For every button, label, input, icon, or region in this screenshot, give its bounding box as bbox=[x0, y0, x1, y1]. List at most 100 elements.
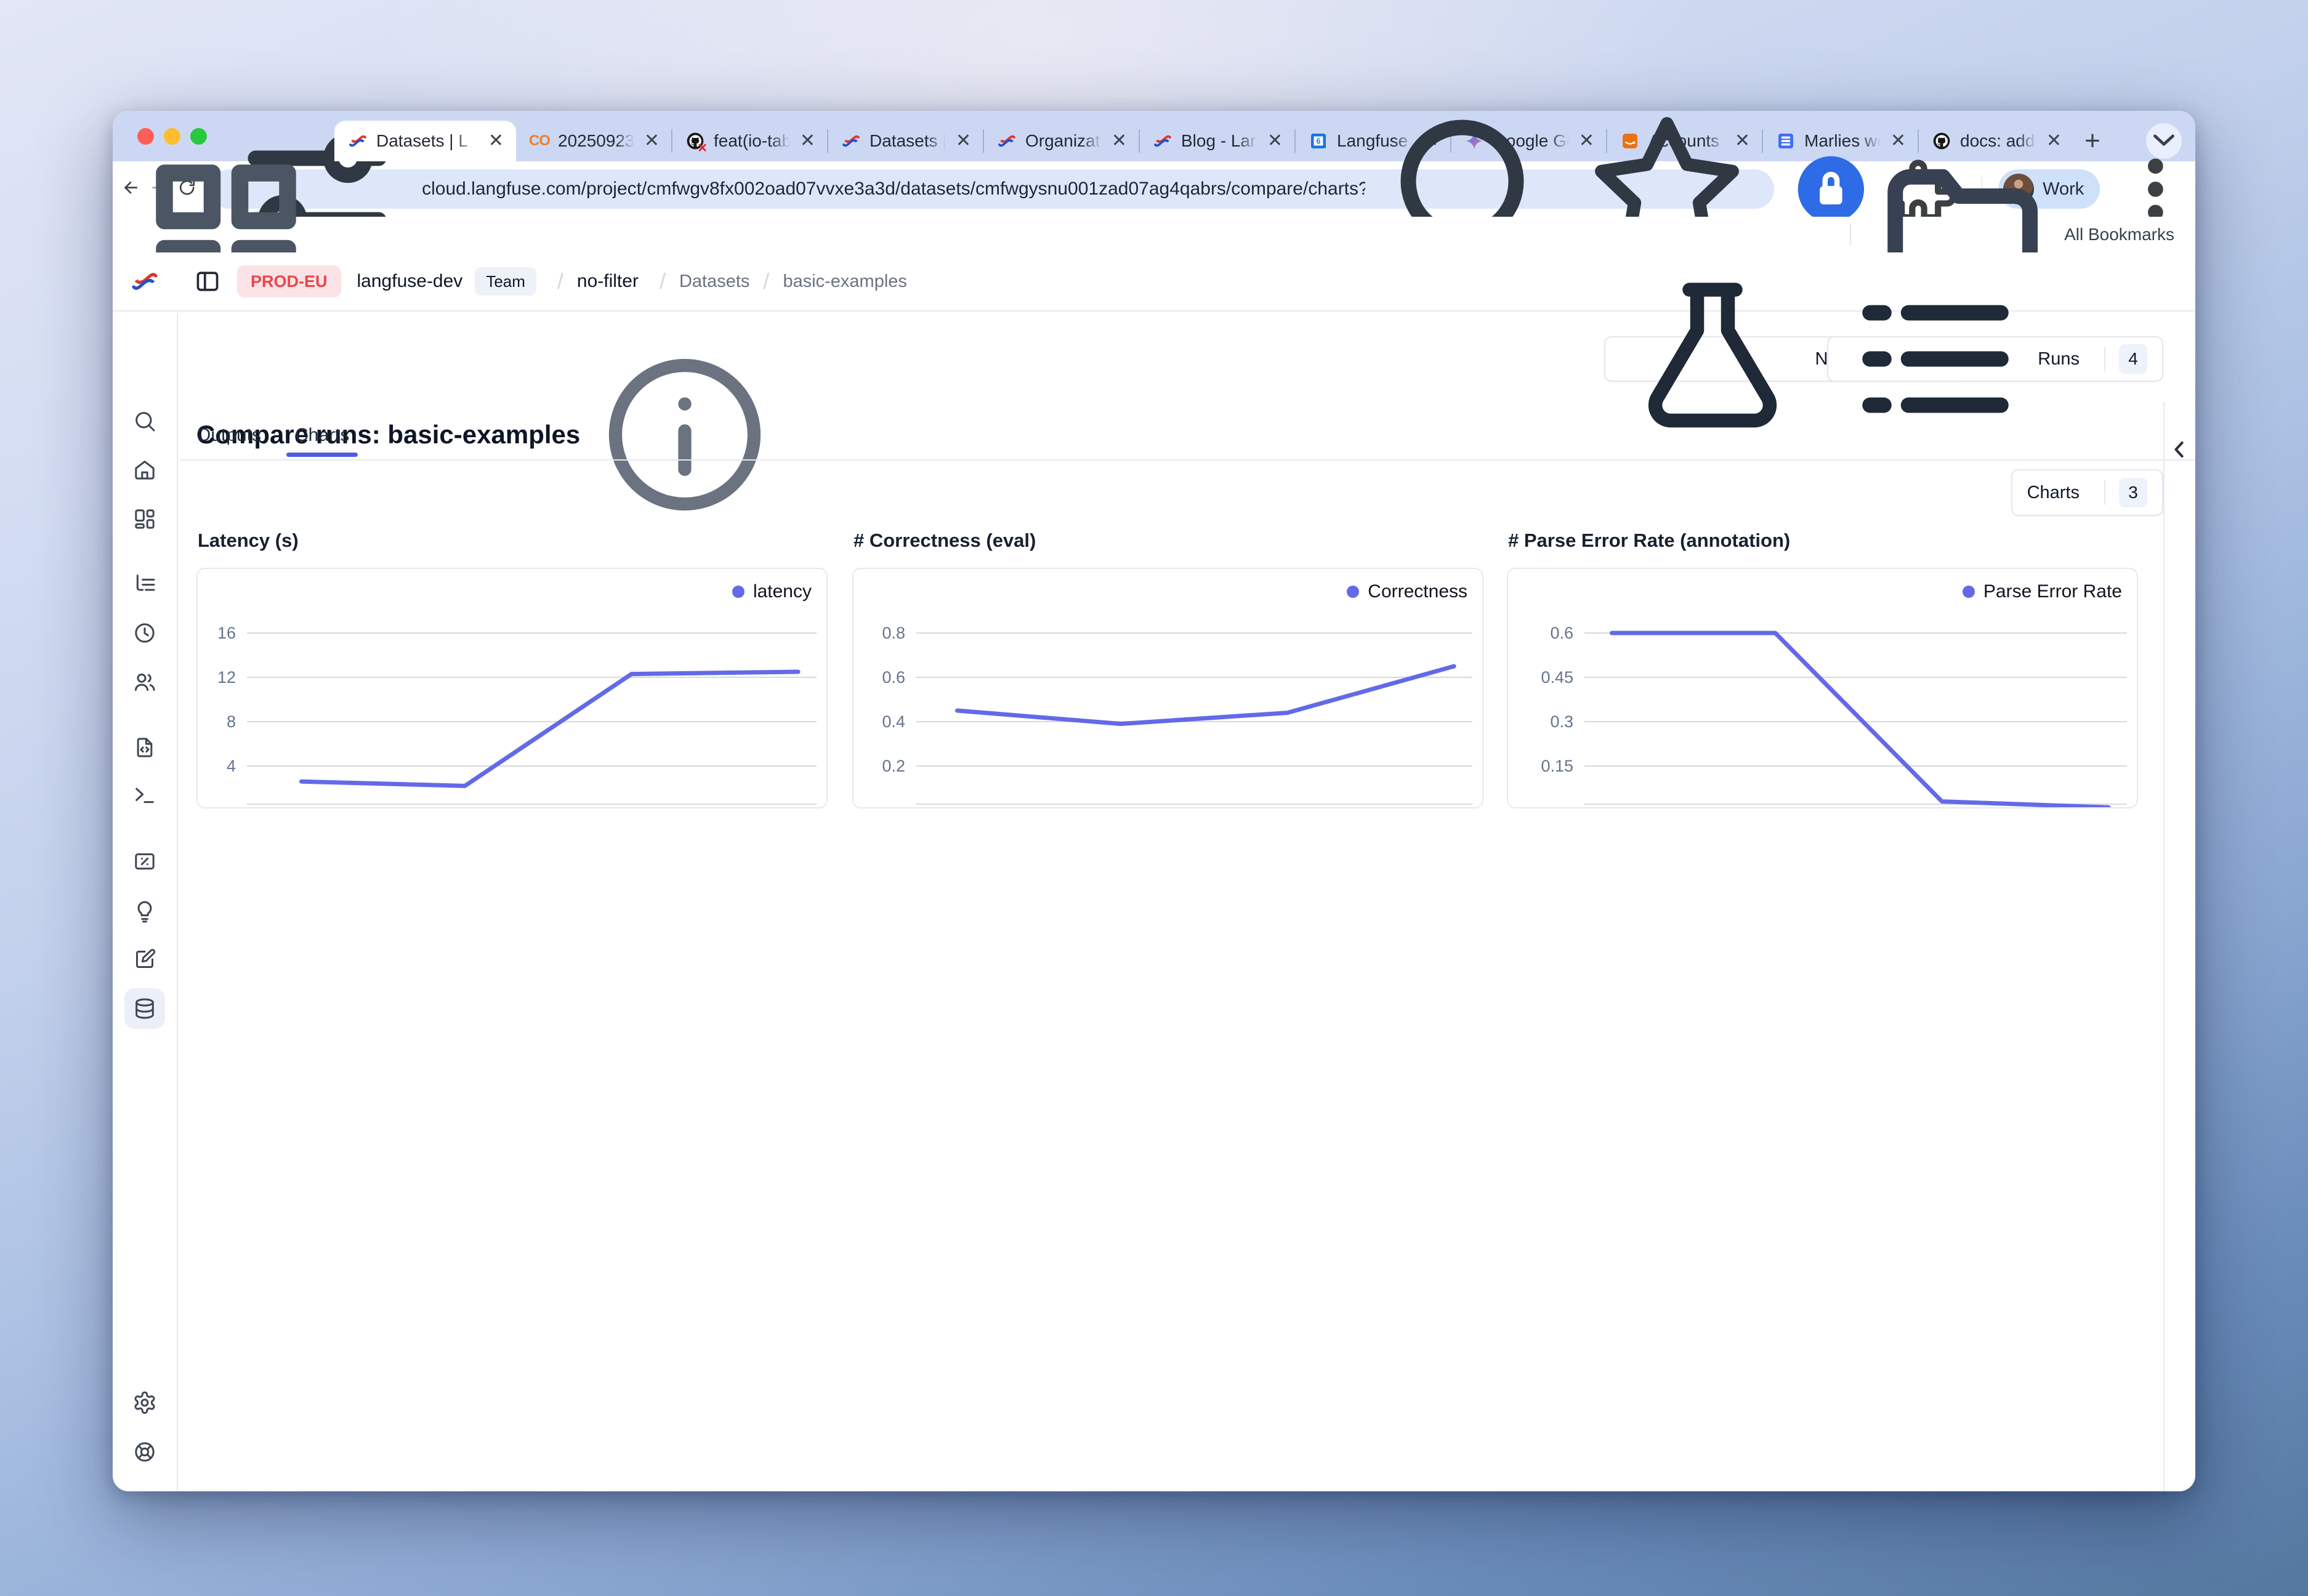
sidebar-item-prompts[interactable] bbox=[132, 735, 158, 760]
tab-label: Outputs bbox=[196, 425, 261, 446]
tab-divider bbox=[983, 129, 984, 153]
tab-close-icon[interactable]: ✕ bbox=[799, 131, 817, 151]
breadcrumb-separator: / bbox=[660, 268, 666, 294]
svg-text:8: 8 bbox=[227, 712, 236, 731]
sidebar-item-scores[interactable] bbox=[132, 848, 158, 874]
button-divider bbox=[2104, 480, 2105, 505]
users-icon bbox=[132, 670, 157, 695]
runs-label: Runs bbox=[2038, 349, 2080, 369]
breadcrumb-datasets[interactable]: Datasets bbox=[679, 272, 749, 292]
sidebar-item-tracing[interactable] bbox=[132, 571, 158, 597]
browser-tab[interactable]: CO20250923✕ bbox=[516, 121, 672, 161]
chart-card: 0.80.60.40.2 Correctness bbox=[852, 568, 1483, 808]
github-x-icon: ✕ bbox=[685, 131, 705, 151]
breadcrumb-dataset-name[interactable]: basic-examples bbox=[783, 272, 906, 292]
active-tab-underline bbox=[286, 453, 358, 457]
legend-dot-icon bbox=[1963, 586, 1975, 598]
tab-close-icon[interactable]: ✕ bbox=[1110, 131, 1128, 151]
sidebar-item-dashboards[interactable] bbox=[132, 506, 158, 532]
tab-title: feat(io-tab bbox=[714, 131, 790, 151]
line-chart: 0.80.60.40.2 bbox=[853, 569, 1482, 807]
tab-title: Datasets | L bbox=[376, 131, 478, 151]
sidebar-item-users[interactable] bbox=[132, 669, 158, 695]
all-bookmarks-label: All Bookmarks bbox=[2064, 225, 2174, 244]
prompts-icon bbox=[132, 735, 157, 760]
runs-dropdown-button[interactable]: Runs 4 bbox=[1827, 336, 2163, 382]
url-text[interactable]: cloud.langfuse.com/project/cmfwgv8fx002o… bbox=[422, 179, 1365, 200]
title-row: Compare runs: basic-examples New experim… bbox=[179, 313, 2163, 405]
chevron-left-icon bbox=[2166, 436, 2193, 466]
sidebar-item-playground[interactable] bbox=[132, 782, 158, 808]
tab-close-icon[interactable]: ✕ bbox=[954, 131, 972, 151]
langfuse-icon bbox=[1153, 131, 1172, 151]
gcal-icon: 6 bbox=[1309, 131, 1328, 151]
tab-outputs[interactable]: Outputs bbox=[196, 414, 261, 457]
dashboards-icon bbox=[132, 507, 157, 531]
tab-close-icon[interactable]: ✕ bbox=[643, 131, 661, 151]
main-content: Compare runs: basic-examples New experim… bbox=[179, 313, 2195, 1491]
svg-text:0.2: 0.2 bbox=[882, 757, 905, 775]
chart-title: # Parse Error Rate (annotation) bbox=[1508, 530, 2138, 552]
svg-text:0.6: 0.6 bbox=[1550, 624, 1573, 642]
svg-text:0.15: 0.15 bbox=[1541, 757, 1573, 775]
settings-icon bbox=[132, 1390, 157, 1415]
tab-charts[interactable]: Charts bbox=[295, 414, 349, 457]
langfuse-logo-icon[interactable] bbox=[130, 267, 159, 296]
toggle-sidebar-icon[interactable] bbox=[194, 268, 221, 295]
sidebar-item-sessions[interactable] bbox=[132, 620, 158, 646]
scores-icon bbox=[132, 849, 157, 874]
organization-name[interactable]: langfuse-dev bbox=[357, 271, 463, 292]
runs-count-badge: 4 bbox=[2119, 344, 2147, 374]
sidebar-item-home[interactable] bbox=[132, 457, 158, 483]
tab-title: 20250923 bbox=[558, 131, 634, 151]
bookmarks-bar: All Bookmarks bbox=[113, 217, 2195, 252]
sidebar-item-support[interactable] bbox=[132, 1439, 158, 1465]
browser-tab[interactable]: Datasets | L✕ bbox=[828, 121, 983, 161]
chart-group: # Correctness (eval)0.80.60.40.2 Correct… bbox=[852, 530, 1483, 808]
tab-close-icon[interactable]: ✕ bbox=[1266, 131, 1284, 151]
legend-label: Parse Error Rate bbox=[1983, 581, 2122, 602]
sidebar-item-evals[interactable] bbox=[132, 898, 158, 924]
tab-title: Organizatio bbox=[1025, 131, 1102, 151]
legend-label: Correctness bbox=[1368, 581, 1467, 602]
svg-text:6: 6 bbox=[1316, 137, 1320, 146]
chart-legend: Correctness bbox=[1347, 581, 1467, 602]
legend-label: latency bbox=[753, 581, 812, 602]
project-name[interactable]: no-filter bbox=[577, 271, 639, 292]
sidebar-item-annotation[interactable] bbox=[132, 946, 158, 972]
datasets-icon bbox=[132, 996, 157, 1021]
page-tabs: Outputs Charts bbox=[179, 405, 2195, 461]
chart-legend: Parse Error Rate bbox=[1963, 581, 2122, 602]
sidebar-item-settings[interactable] bbox=[132, 1390, 158, 1416]
browser-tab[interactable]: ✕ feat(io-tab ✕ bbox=[672, 121, 828, 161]
svg-text:0.4: 0.4 bbox=[882, 712, 905, 731]
annotation-icon bbox=[132, 947, 157, 972]
chart-card: 161284 latency bbox=[196, 568, 828, 808]
langfuse-app: PROD-EU langfuse-dev Team / no-filter / … bbox=[113, 252, 2195, 1491]
bookmarks-divider bbox=[1850, 224, 1851, 246]
home-icon bbox=[132, 457, 157, 482]
browser-tab[interactable]: Datasets | L ✕ bbox=[334, 121, 516, 161]
line-chart: 161284 bbox=[198, 569, 826, 807]
tab-divider bbox=[1139, 129, 1140, 153]
tab-divider bbox=[1294, 129, 1296, 153]
chart-group: # Parse Error Rate (annotation) 0.60.450.… bbox=[1507, 530, 2138, 808]
browser-window: Datasets | L✕CO20250923✕✕feat(io-tab✕Dat… bbox=[113, 111, 2195, 1491]
legend-dot-icon bbox=[732, 586, 744, 598]
side-collapse-column bbox=[2163, 401, 2195, 1491]
search-icon bbox=[132, 409, 157, 433]
charts-label: Charts bbox=[2027, 483, 2080, 503]
collapse-panel-button[interactable] bbox=[2166, 437, 2193, 464]
sidebar-item-search[interactable] bbox=[132, 408, 158, 434]
browser-tab[interactable]: Organizatio ✕ bbox=[983, 121, 1139, 161]
chart-title: # Correctness (eval) bbox=[853, 530, 1483, 552]
tab-close-icon[interactable]: ✕ bbox=[487, 131, 505, 151]
breadcrumb-separator: / bbox=[763, 268, 769, 294]
breadcrumb-separator: / bbox=[557, 268, 563, 294]
org-type-pill: Team bbox=[475, 267, 536, 296]
sidebar-item-datasets[interactable] bbox=[124, 988, 165, 1029]
address-bar[interactable]: cloud.langfuse.com/project/cmfwgv8fx002o… bbox=[210, 169, 1774, 209]
line-chart: 0.60.450.30.15 bbox=[1508, 569, 2137, 807]
charts-dropdown-button[interactable]: Charts 3 bbox=[2011, 469, 2163, 516]
browser-tab[interactable]: Blog - Lang✕ bbox=[1139, 121, 1295, 161]
